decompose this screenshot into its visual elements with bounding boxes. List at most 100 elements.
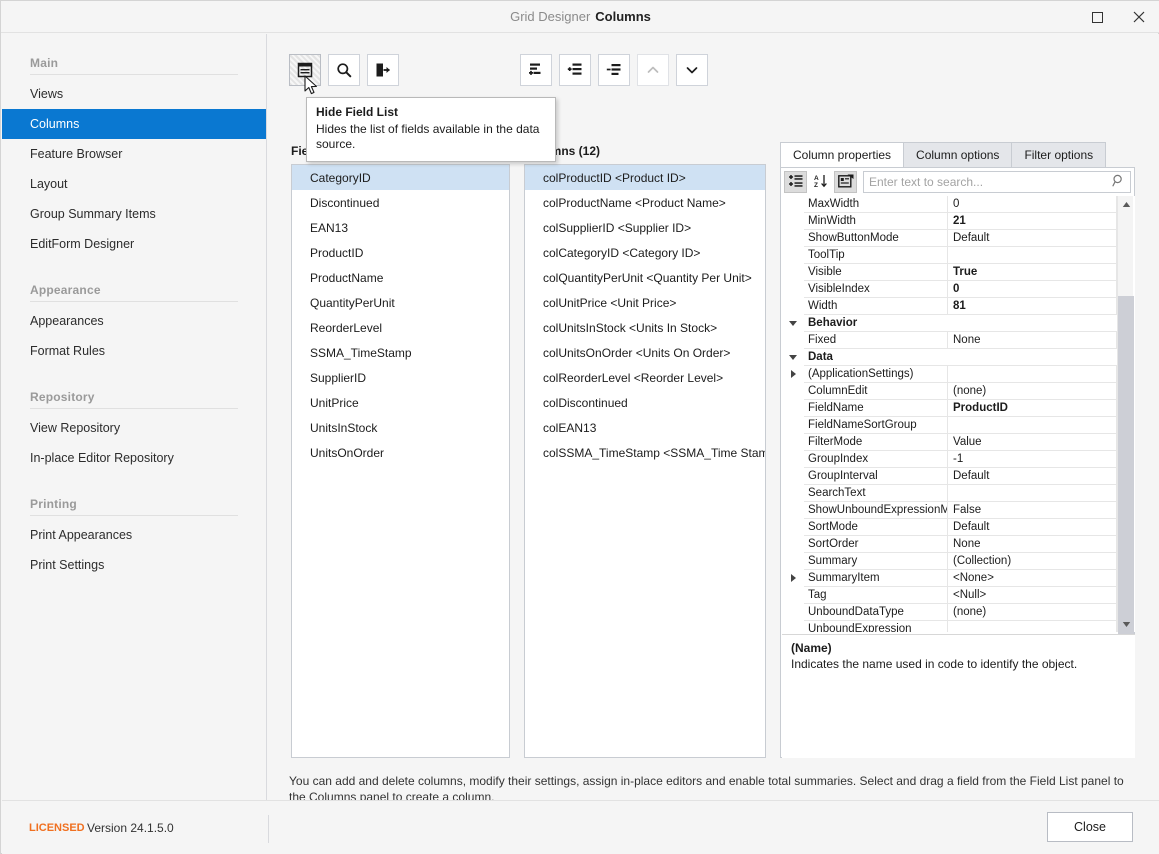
property-row[interactable]: FixedNone — [782, 332, 1117, 349]
list-item[interactable]: SupplierID — [292, 365, 509, 390]
sidebar-item-group-summary-items[interactable]: Group Summary Items — [2, 199, 266, 229]
close-button[interactable] — [1118, 1, 1159, 33]
tab-column-properties[interactable]: Column properties — [780, 142, 904, 167]
tab-column-options[interactable]: Column options — [903, 142, 1012, 167]
sidebar-item-inplace-editor-repository[interactable]: In-place Editor Repository — [2, 443, 266, 473]
property-row[interactable]: GroupIntervalDefault — [782, 468, 1117, 485]
property-row[interactable]: FieldNameProductID — [782, 400, 1117, 417]
property-value[interactable]: 0 — [948, 196, 1117, 213]
property-row[interactable]: SortModeDefault — [782, 519, 1117, 536]
property-row[interactable]: UnboundExpression — [782, 621, 1117, 632]
property-row[interactable]: GroupIndex-1 — [782, 451, 1117, 468]
property-value[interactable]: Default — [948, 519, 1117, 536]
list-item[interactable]: QuantityPerUnit — [292, 290, 509, 315]
expander-collapse-icon[interactable] — [782, 349, 804, 366]
sidebar-item-appearances[interactable]: Appearances — [2, 306, 266, 336]
list-item[interactable]: colUnitPrice <Unit Price> — [525, 290, 765, 315]
property-row[interactable]: ToolTip — [782, 247, 1117, 264]
columns-list[interactable]: colProductID <Product ID> colProductName… — [524, 164, 766, 758]
list-item[interactable]: ReorderLevel — [292, 315, 509, 340]
property-row[interactable]: VisibleIndex0 — [782, 281, 1117, 298]
property-value[interactable]: (none) — [948, 383, 1117, 400]
list-item[interactable]: colSupplierID <Supplier ID> — [525, 215, 765, 240]
property-value[interactable] — [948, 366, 1117, 383]
list-item[interactable]: colDiscontinued — [525, 390, 765, 415]
expander-expand-icon[interactable] — [782, 570, 804, 587]
list-item[interactable]: colQuantityPerUnit <Quantity Per Unit> — [525, 265, 765, 290]
alphabetical-sort-button[interactable]: A Z — [809, 171, 832, 193]
sidebar-item-view-repository[interactable]: View Repository — [2, 413, 266, 443]
property-row[interactable]: Tag<Null> — [782, 587, 1117, 604]
property-value[interactable]: -1 — [948, 451, 1117, 468]
list-item[interactable]: colEAN13 — [525, 415, 765, 440]
property-value[interactable]: <Null> — [948, 587, 1117, 604]
list-item[interactable]: ProductName — [292, 265, 509, 290]
list-item[interactable]: ProductID — [292, 240, 509, 265]
property-row[interactable]: ColumnEdit(none) — [782, 383, 1117, 400]
property-value[interactable] — [948, 417, 1117, 434]
scrollbar-thumb[interactable] — [1118, 296, 1134, 641]
property-row[interactable]: Summary(Collection) — [782, 553, 1117, 570]
categorized-view-button[interactable] — [784, 171, 807, 193]
sidebar-item-editform-designer[interactable]: EditForm Designer — [2, 229, 266, 259]
property-row[interactable]: UnboundDataType(none) — [782, 604, 1117, 621]
sidebar-item-columns[interactable]: Columns — [2, 109, 266, 139]
property-row[interactable]: (ApplicationSettings) — [782, 366, 1117, 383]
property-value[interactable]: 21 — [948, 213, 1117, 230]
property-value[interactable]: None — [948, 332, 1117, 349]
property-value[interactable]: Default — [948, 468, 1117, 485]
move-down-button[interactable] — [676, 54, 708, 86]
property-row[interactable]: VisibleTrue — [782, 264, 1117, 281]
property-value[interactable]: (Collection) — [948, 553, 1117, 570]
property-value[interactable] — [948, 485, 1117, 502]
toggle-field-list-button[interactable] — [289, 54, 321, 86]
property-pages-button[interactable] — [834, 171, 857, 193]
export-button[interactable] — [367, 54, 399, 86]
property-row[interactable]: Width81 — [782, 298, 1117, 315]
property-row[interactable]: FieldNameSortGroup — [782, 417, 1117, 434]
property-value[interactable]: Default — [948, 230, 1117, 247]
property-value[interactable]: ProductID — [948, 400, 1117, 417]
field-list[interactable]: CategoryID Discontinued EAN13 ProductID … — [291, 164, 510, 758]
property-value[interactable]: <None> — [948, 570, 1117, 587]
property-value[interactable]: 0 — [948, 281, 1117, 298]
move-up-button[interactable] — [637, 54, 669, 86]
list-item[interactable]: colUnitsOnOrder <Units On Order> — [525, 340, 765, 365]
property-value[interactable]: 81 — [948, 298, 1117, 315]
list-item[interactable]: UnitPrice — [292, 390, 509, 415]
add-all-columns-button[interactable] — [559, 54, 591, 86]
property-row[interactable]: FilterModeValue — [782, 434, 1117, 451]
sidebar-item-feature-browser[interactable]: Feature Browser — [2, 139, 266, 169]
sidebar-item-views[interactable]: Views — [2, 79, 266, 109]
add-column-button[interactable] — [520, 54, 552, 86]
property-row[interactable]: SortOrderNone — [782, 536, 1117, 553]
sidebar-item-layout[interactable]: Layout — [2, 169, 266, 199]
property-value[interactable]: (none) — [948, 604, 1117, 621]
list-item[interactable]: colUnitsInStock <Units In Stock> — [525, 315, 765, 340]
property-value[interactable] — [948, 621, 1117, 632]
property-row[interactable]: ShowButtonModeDefault — [782, 230, 1117, 247]
tab-filter-options[interactable]: Filter options — [1011, 142, 1106, 167]
property-row[interactable]: SummaryItem<None> — [782, 570, 1117, 587]
property-category-row[interactable]: Behavior — [782, 315, 1117, 332]
remove-column-button[interactable] — [598, 54, 630, 86]
expander-expand-icon[interactable] — [782, 366, 804, 383]
property-value[interactable]: None — [948, 536, 1117, 553]
list-item[interactable]: CategoryID — [292, 165, 509, 190]
property-value[interactable]: True — [948, 264, 1117, 281]
property-row[interactable]: ShowUnboundExpressionMenuFalse — [782, 502, 1117, 519]
property-search-input[interactable] — [869, 175, 1112, 189]
property-search-box[interactable] — [863, 171, 1131, 193]
list-item[interactable]: UnitsInStock — [292, 415, 509, 440]
property-row[interactable]: SearchText — [782, 485, 1117, 502]
search-button[interactable] — [328, 54, 360, 86]
property-grid-scrollbar[interactable] — [1117, 196, 1133, 632]
list-item[interactable]: UnitsOnOrder — [292, 440, 509, 465]
property-row[interactable]: MaxWidth0 — [782, 196, 1117, 213]
property-row[interactable]: MinWidth21 — [782, 213, 1117, 230]
property-category-row[interactable]: Data — [782, 349, 1117, 366]
scroll-up-arrow[interactable] — [1118, 196, 1134, 212]
list-item[interactable]: colCategoryID <Category ID> — [525, 240, 765, 265]
sidebar-item-print-appearances[interactable]: Print Appearances — [2, 520, 266, 550]
list-item[interactable]: colProductName <Product Name> — [525, 190, 765, 215]
